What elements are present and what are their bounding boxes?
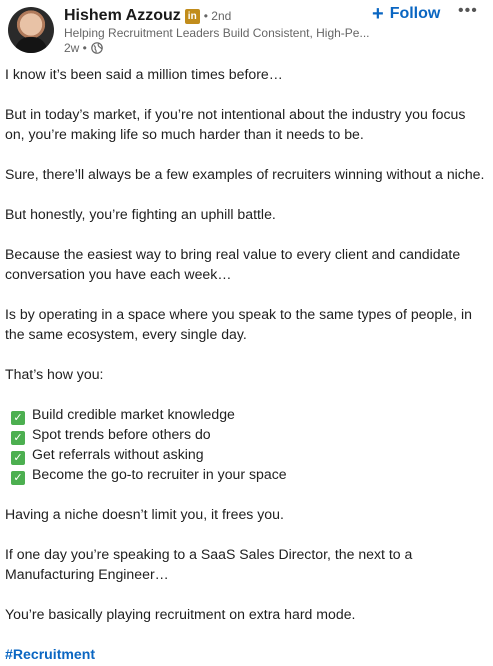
check-mark-icon: ✓ <box>11 451 25 465</box>
post-meta: 2w • <box>64 41 103 55</box>
post-text-line: That’s how you: <box>5 366 104 382</box>
post-text-line: Is by operating in a space where you spe… <box>5 306 472 322</box>
post-text-line: I know it’s been said a million times be… <box>5 66 283 82</box>
post-text-line: You’re basically playing recruitment on … <box>5 606 356 622</box>
post-time: 2w • <box>64 41 87 55</box>
post-text-line: But honestly, you’re fighting an uphill … <box>5 206 276 222</box>
feed-post: Hishem Azzouz in • 2nd Helping Recruitme… <box>0 0 493 666</box>
check-mark-icon: ✓ <box>11 431 25 445</box>
post-text-line: Having a niche doesn’t limit you, it fre… <box>5 506 284 522</box>
post-text-line: Manufacturing Engineer… <box>5 566 169 582</box>
post-text-line: If one day you’re speaking to a SaaS Sal… <box>5 546 413 562</box>
checklist-text: Spot trends before others do <box>32 426 211 442</box>
post-text-line: Because the easiest way to bring real va… <box>5 246 461 262</box>
linkedin-premium-icon: in <box>184 8 200 24</box>
checklist-text: Get referrals without asking <box>32 446 204 462</box>
check-mark-icon: ✓ <box>11 471 25 485</box>
post-text-line: on, you’re making life so much harder th… <box>5 126 364 142</box>
author-name-row: Hishem Azzouz in • 2nd <box>64 6 231 26</box>
checklist-text: Become the go-to recruiter in your space <box>32 466 287 482</box>
connection-degree: • 2nd <box>203 9 232 23</box>
checklist-item: ✓ Get referrals without asking <box>5 444 204 465</box>
checklist-text: Build credible market knowledge <box>32 406 235 422</box>
post-text-line: Sure, there’ll always be a few examples … <box>5 166 485 182</box>
follow-label: Follow <box>389 5 441 22</box>
author-name[interactable]: Hishem Azzouz <box>64 7 181 25</box>
post-header: Hishem Azzouz in • 2nd Helping Recruitme… <box>0 0 493 60</box>
more-options-icon[interactable]: ••• <box>458 2 478 22</box>
checklist-item: ✓ Build credible market knowledge <box>5 404 235 425</box>
checklist-item: ✓ Spot trends before others do <box>5 424 211 445</box>
post-text-line: But in today’s market, if you’re not int… <box>5 106 466 122</box>
author-avatar[interactable] <box>8 7 54 53</box>
post-text-line: conversation you have each week… <box>5 266 232 282</box>
follow-button[interactable]: + Follow <box>372 4 440 24</box>
checklist-item: ✓ Become the go-to recruiter in your spac… <box>5 464 287 485</box>
hashtag-link[interactable]: #Recruitment <box>5 644 95 664</box>
globe-icon <box>91 42 103 54</box>
plus-icon: + <box>372 3 384 25</box>
check-mark-icon: ✓ <box>11 411 25 425</box>
post-text-line: the same ecosystem, every single day. <box>5 326 247 342</box>
author-headline: Helping Recruitment Leaders Build Consis… <box>64 26 370 40</box>
